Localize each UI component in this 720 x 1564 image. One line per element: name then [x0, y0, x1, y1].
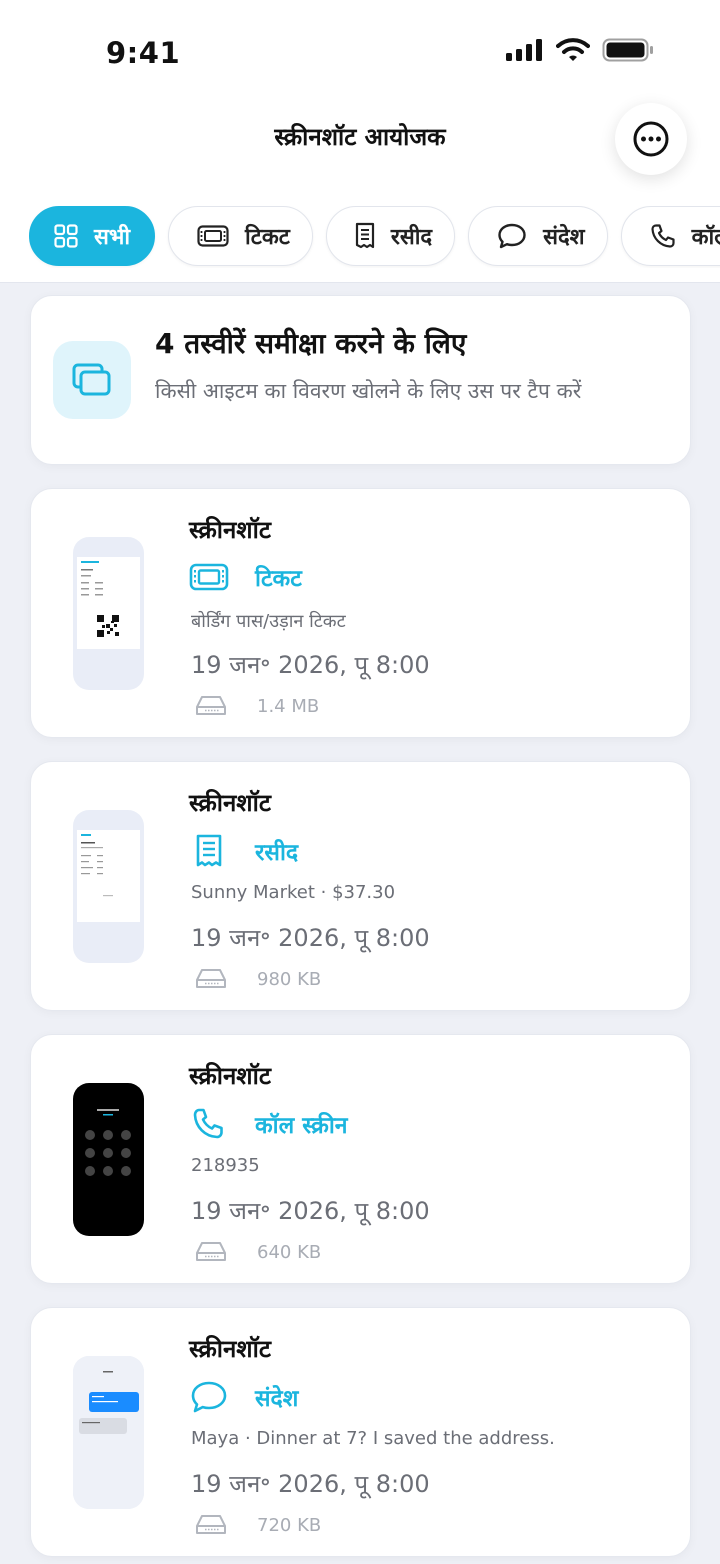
ellipsis-circle-icon	[633, 121, 669, 157]
item-size: 1.4 MB	[257, 695, 320, 717]
item-size-row: 640 KB	[195, 1241, 321, 1263]
summary-card: 4 तस्वीरें समीक्षा करने के लिए किसी आइटम…	[30, 295, 691, 465]
screenshot-card-call[interactable]: स्क्रीनशॉट कॉल स्क्रीन 218935 19 जन॰ 202…	[30, 1034, 691, 1284]
ticket-thumbnail-image	[77, 557, 140, 649]
storage-drive-icon	[196, 969, 226, 988]
filter-chip-ticket[interactable]: टिकट	[168, 206, 313, 266]
item-category: कॉल स्क्रीन	[189, 1107, 348, 1141]
screenshot-thumbnail	[73, 1356, 144, 1509]
item-size-row: 720 KB	[195, 1514, 321, 1536]
item-size: 720 KB	[257, 1514, 322, 1536]
category-label: संदेश	[255, 1386, 299, 1412]
screenshot-card-message[interactable]: स्क्रीनशॉट संदेश Maya · Dinner at 7? I s…	[30, 1307, 691, 1557]
summary-icon-box	[53, 341, 131, 419]
phone-icon	[193, 1108, 223, 1139]
photos-stack-icon	[72, 363, 111, 396]
status-bar: 9:41	[0, 0, 720, 100]
screenshot-thumbnail	[73, 1083, 144, 1236]
item-category: रसीद	[189, 834, 298, 868]
status-icons	[506, 38, 654, 62]
item-category: संदेश	[189, 1380, 298, 1414]
page-title: स्क्रीनशॉट आयोजक	[274, 123, 446, 151]
grid-icon	[54, 224, 78, 248]
item-size-row: 980 KB	[195, 968, 321, 990]
category-label: टिकट	[255, 566, 302, 592]
filter-chip-label: टिकट	[245, 225, 290, 250]
summary-subtitle: किसी आइटम का विवरण खोलने के लिए उस पर टै…	[155, 379, 582, 403]
receipt-icon	[355, 222, 374, 249]
item-title: स्क्रीनशॉट	[189, 1335, 271, 1363]
item-description: Maya · Dinner at 7? I saved the address.	[191, 1428, 555, 1449]
ticket-icon	[189, 563, 229, 591]
item-size: 640 KB	[257, 1241, 322, 1263]
filter-chip-label: संदेश	[543, 225, 585, 250]
screenshot-thumbnail	[73, 537, 144, 690]
item-size: 980 KB	[257, 968, 322, 990]
wifi-icon	[556, 38, 590, 61]
filter-chip-receipt[interactable]: रसीद	[325, 206, 456, 266]
item-description: बोर्डिंग पास/उड़ान टिकट	[191, 611, 346, 632]
screenshot-thumbnail	[73, 810, 144, 963]
phone-icon	[651, 224, 675, 248]
call-thumbnail-image	[85, 1109, 131, 1176]
item-title: स्क्रीनशॉट	[189, 789, 271, 817]
item-category: टिकट	[189, 561, 302, 593]
header-area: 9:41 स्क्रीनशॉट आयोजक सभी टिकट रसीद संदे…	[0, 0, 720, 283]
screenshot-card-ticket[interactable]: स्क्रीनशॉट टिकट बोर्डिंग पास/उड़ान टिकट …	[30, 488, 691, 738]
item-date: 19 जन॰ 2026, पू 8:00	[191, 651, 430, 679]
storage-drive-icon	[196, 696, 226, 715]
status-time: 9:41	[106, 36, 181, 70]
message-icon	[498, 223, 526, 249]
more-options-button[interactable]	[615, 103, 687, 175]
summary-title: 4 तस्वीरें समीक्षा करने के लिए	[155, 327, 467, 360]
item-description: 218935	[191, 1155, 260, 1176]
receipt-thumbnail-image	[77, 830, 140, 922]
message-thumbnail-image	[73, 1356, 144, 1509]
item-date: 19 जन॰ 2026, पू 8:00	[191, 1197, 430, 1225]
filter-chip-label: रसीद	[390, 225, 433, 250]
filter-chip-all[interactable]: सभी	[29, 206, 156, 266]
battery-icon	[602, 38, 653, 62]
item-description: Sunny Market · $37.30	[191, 882, 396, 903]
item-date: 19 जन॰ 2026, पू 8:00	[191, 924, 430, 952]
item-date: 19 जन॰ 2026, पू 8:00	[191, 1470, 430, 1498]
cellular-signal-icon	[506, 39, 542, 61]
category-label: कॉल स्क्रीन	[255, 1113, 348, 1139]
storage-drive-icon	[196, 1515, 226, 1534]
storage-drive-icon	[196, 1242, 226, 1261]
screenshot-card-receipt[interactable]: स्क्रीनशॉट रसीद Sunny Market · $37.30 19…	[30, 761, 691, 1011]
item-title: स्क्रीनशॉट	[189, 1062, 271, 1090]
filter-chip-message[interactable]: संदेश	[468, 206, 608, 266]
category-label: रसीद	[255, 840, 299, 866]
filter-chips: सभी टिकट रसीद संदेश कॉ	[29, 206, 720, 268]
message-icon	[191, 1381, 227, 1413]
item-title: स्क्रीनशॉट	[189, 516, 271, 544]
ticket-icon	[197, 225, 229, 247]
filter-chip-call[interactable]: कॉल	[620, 206, 720, 266]
item-size-row: 1.4 MB	[195, 695, 319, 717]
filter-chip-label: सभी	[94, 225, 131, 250]
filter-chip-label: कॉल	[691, 225, 720, 250]
receipt-icon	[196, 834, 222, 867]
